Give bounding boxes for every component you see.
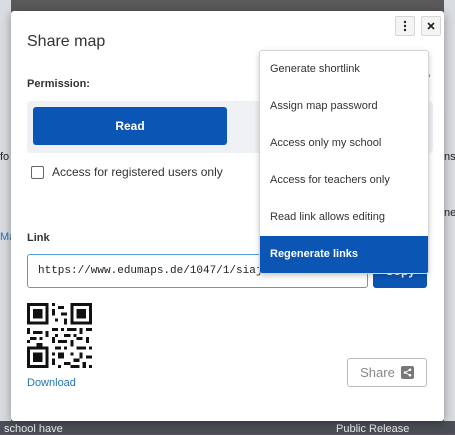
close-button[interactable]: [421, 16, 441, 36]
menu-item-teachers-only[interactable]: Access for teachers only: [260, 162, 428, 199]
background-text: school have: [4, 423, 63, 435]
kebab-menu-icon: [403, 20, 407, 32]
dialog-title: Share map: [27, 33, 106, 50]
menu-item-regenerate-links[interactable]: Regenerate links: [260, 236, 428, 273]
menu-item-school-only[interactable]: Access only my school: [260, 125, 428, 162]
read-permission-button[interactable]: Read: [33, 107, 227, 145]
share-map-dialog: Share map Permission: Read Access for re…: [11, 11, 444, 421]
close-icon: [427, 22, 435, 30]
menu-item-read-link-editing[interactable]: Read link allows editing: [260, 199, 428, 236]
permission-label: Permission:: [27, 78, 90, 90]
qr-code-icon: [27, 303, 92, 368]
more-options-button[interactable]: [395, 16, 415, 36]
more-options-menu: Generate shortlink Assign map password A…: [259, 50, 429, 274]
background-text: Public Release: [336, 423, 410, 435]
share-button-label: Share: [360, 365, 395, 380]
link-label: Link: [27, 232, 50, 244]
menu-item-assign-password[interactable]: Assign map password: [260, 88, 428, 125]
share-icon: [400, 366, 414, 379]
background-left-strip: [0, 0, 11, 434]
share-button[interactable]: Share: [347, 358, 427, 387]
menu-item-generate-shortlink[interactable]: Generate shortlink: [260, 51, 428, 88]
background-text: ne: [444, 207, 455, 219]
registered-users-option[interactable]: Access for registered users only: [31, 165, 223, 179]
background-text: fo: [0, 151, 10, 163]
registered-users-label: Access for registered users only: [52, 165, 223, 179]
download-qr-link[interactable]: Download: [27, 377, 76, 389]
background-link: Ma: [0, 231, 11, 243]
background-text: ns: [444, 151, 455, 163]
registered-users-checkbox[interactable]: [31, 165, 44, 179]
